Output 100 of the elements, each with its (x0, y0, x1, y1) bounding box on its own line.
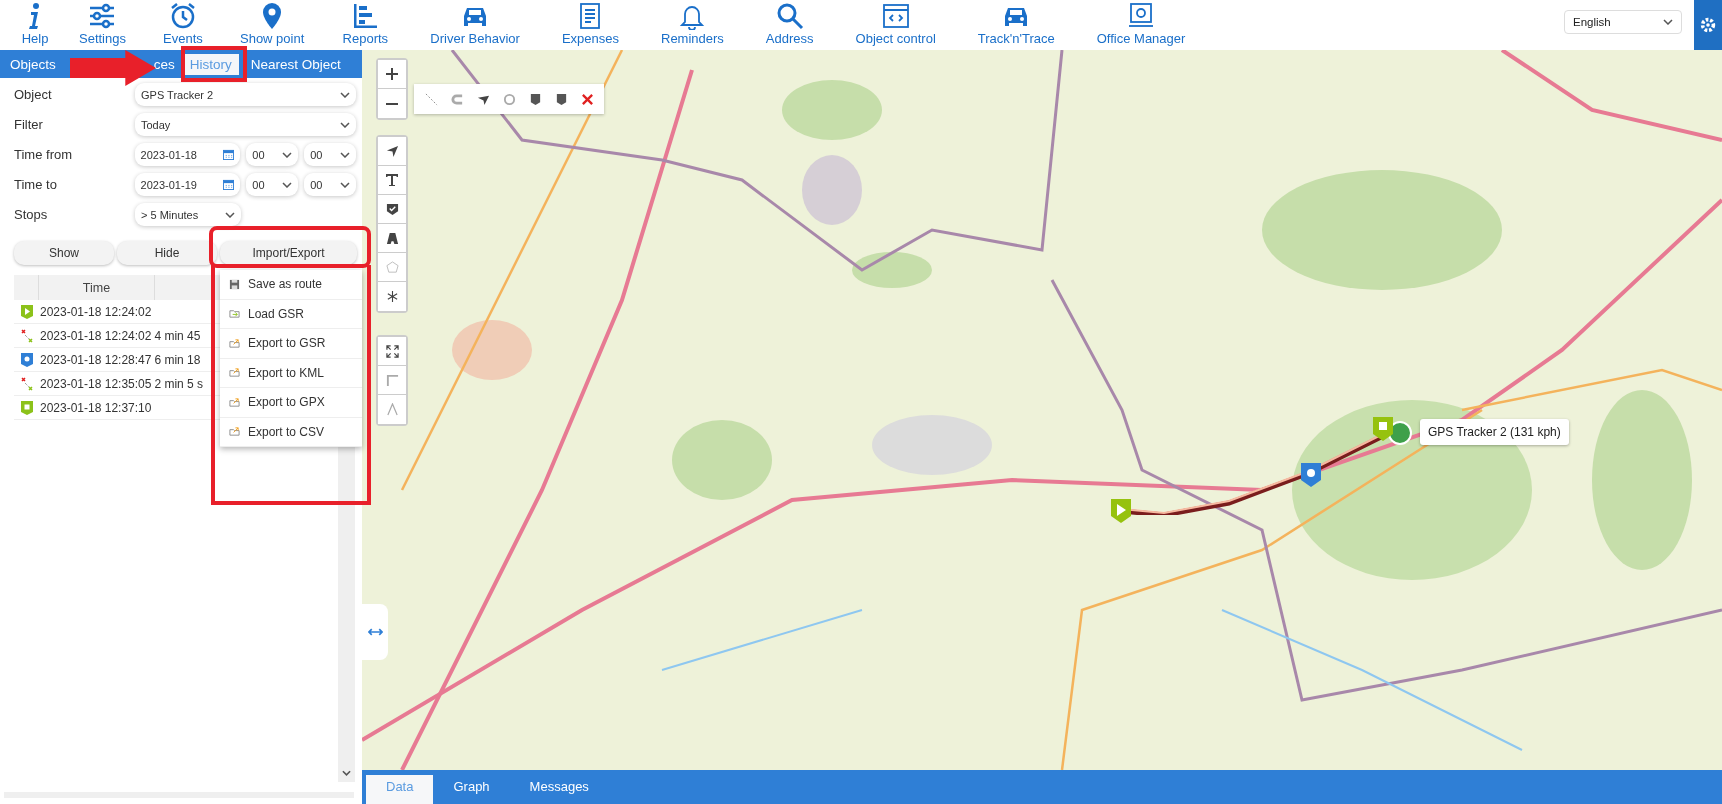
time-cell: 2023-01-18 12:24:02 (40, 328, 152, 343)
chevron-down-icon[interactable] (342, 770, 351, 776)
polygon-icon (385, 260, 399, 274)
toolbar-button[interactable]: Address (744, 0, 835, 46)
circle-icon (502, 92, 516, 106)
minute-select[interactable]: 00 (304, 173, 356, 196)
chevron-down-icon (282, 151, 293, 158)
duration-cell: 6 min 18 (154, 352, 201, 367)
road-icon (385, 231, 399, 245)
toolbar-button[interactable]: Settings (62, 0, 143, 46)
select-field[interactable]: > 5 Minutes (135, 203, 241, 226)
panel-tab[interactable]: ces (151, 52, 175, 76)
time-cell: 2023-01-18 12:35:05 (40, 376, 152, 391)
folder-export-icon (229, 396, 240, 408)
panel-tab[interactable]: Objects (0, 52, 66, 76)
info-icon (28, 2, 42, 30)
time-cell: 2023-01-18 12:28:47 (40, 352, 152, 367)
search-icon (775, 2, 804, 30)
settings-icon (1699, 16, 1717, 34)
date-field[interactable]: 2023-01-18 (134, 143, 241, 166)
hide-button[interactable]: Hide (117, 241, 217, 265)
toolbar-button[interactable]: Track'n'Trace (956, 0, 1076, 46)
import-export-button[interactable]: Import/Export (220, 241, 357, 265)
hour-select[interactable]: 00 (246, 143, 299, 166)
magnet-icon (450, 92, 464, 106)
bottom-tab[interactable]: Graph (433, 775, 510, 804)
chevron-down-icon (225, 211, 235, 218)
time-cell: 2023-01-18 12:37:10 (40, 400, 152, 415)
chevron-down-icon (1663, 19, 1673, 25)
chevron-down-icon (282, 181, 293, 188)
field-label: Time from (14, 147, 74, 162)
folder-arrow-icon (229, 308, 240, 320)
minus-icon (385, 102, 399, 105)
text-tool-icon (385, 173, 399, 187)
monitor-icon (1127, 2, 1156, 30)
show-button[interactable]: Show (14, 241, 114, 265)
toolbar-button[interactable]: Object control (834, 0, 957, 46)
language-select[interactable]: English (1564, 10, 1682, 34)
panel-tab[interactable]: Nearest Object (250, 52, 341, 76)
date-field[interactable]: 2023-01-19 (134, 173, 241, 196)
chevron-down-icon (340, 151, 350, 158)
toolbar-button[interactable]: Show point (223, 0, 322, 46)
code-window-icon (881, 2, 910, 30)
column-header[interactable]: Time (39, 275, 155, 300)
play-marker-icon (20, 303, 34, 320)
start-marker-icon (1110, 498, 1132, 524)
toolbar-button[interactable]: Events (143, 0, 223, 46)
field-label: Time to (14, 177, 58, 192)
close-icon (580, 92, 594, 106)
settings-button[interactable] (1694, 0, 1722, 50)
parking-marker-icon (1300, 462, 1322, 488)
field-label: Stops (14, 207, 49, 222)
vehicle-tooltip: GPS Tracker 2 (131 kph) (1420, 419, 1569, 445)
hour-select[interactable]: 00 (246, 173, 299, 196)
zoom-in-button[interactable] (378, 60, 406, 89)
asterisk-icon (385, 290, 399, 303)
folder-export-icon (229, 426, 240, 438)
toolbar-button[interactable]: Driver Behavior (409, 0, 541, 46)
duration-cell: 4 min 45 (154, 328, 201, 343)
dotted-path-icon (20, 327, 34, 344)
chevron-down-icon (340, 121, 350, 128)
field-label: Object (14, 87, 53, 102)
panel-toggle-handle[interactable] (362, 604, 388, 660)
expand-icon (385, 344, 399, 358)
marker-icon (554, 92, 568, 106)
bar-chart-icon (351, 2, 380, 30)
bottom-tab[interactable]: Messages (509, 775, 609, 804)
select-field[interactable]: Today (135, 113, 356, 136)
calendar-icon (223, 149, 235, 160)
tool-button[interactable] (378, 137, 406, 166)
folder-export-icon (229, 337, 240, 349)
highlight-frame (181, 46, 247, 82)
select-field[interactable]: GPS Tracker 2 (135, 83, 356, 106)
dotted-path-icon (20, 375, 34, 392)
caret-up-icon (385, 403, 399, 416)
folder-export-icon (229, 367, 240, 379)
chevron-down-icon (340, 181, 350, 188)
alarm-clock-icon (169, 2, 197, 30)
chevron-down-icon (340, 91, 350, 98)
double-arrow-icon (367, 627, 383, 637)
calendar-icon (223, 179, 235, 190)
minute-select[interactable]: 00 (304, 143, 356, 166)
stop-marker-icon (20, 399, 34, 416)
shield-check-icon (385, 202, 399, 216)
navigation-arrow-icon (385, 144, 399, 158)
dotted-path-icon (424, 92, 438, 106)
corner-icon (385, 373, 399, 387)
time-cell: 2023-01-18 12:24:02 (40, 304, 152, 319)
toolbar-button[interactable]: Expenses (540, 0, 640, 46)
parking-marker-icon (20, 351, 34, 368)
toolbar-button[interactable]: Help (8, 0, 62, 46)
toolbar-button[interactable]: Office Manager (1075, 0, 1207, 46)
toolbar-button[interactable]: Reports (321, 0, 410, 46)
vehicle-marker-icon (1372, 416, 1412, 446)
fullscreen-button[interactable] (378, 337, 406, 366)
field-label: Filter (14, 117, 44, 132)
toolbar-button[interactable]: Reminders (640, 0, 745, 46)
plus-icon (385, 67, 399, 81)
marker-icon (528, 92, 542, 106)
duration-cell: 2 min 5 s (154, 376, 204, 391)
